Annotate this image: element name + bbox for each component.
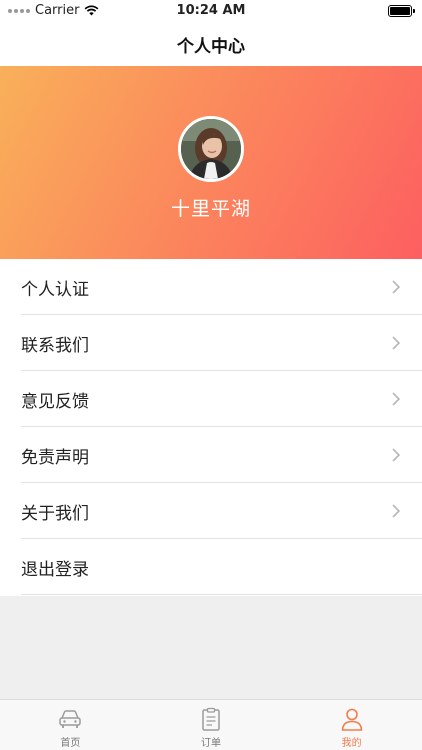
chevron-right-icon bbox=[392, 336, 400, 350]
tab-label: 订单 bbox=[201, 738, 221, 749]
status-time: 10:24 AM bbox=[176, 3, 246, 18]
menu-item-label: 退出登录 bbox=[21, 559, 89, 580]
menu-list: 个人认证 联系我们 意见反馈 免责声明 关于我们 退出登录 bbox=[0, 259, 422, 596]
menu-item-label: 免责声明 bbox=[21, 447, 89, 468]
status-bar: Carrier 10:24 AM bbox=[0, 0, 422, 22]
menu-item-label: 个人认证 bbox=[21, 279, 89, 300]
tab-label: 首页 bbox=[60, 738, 81, 749]
username: 十里平湖 bbox=[170, 198, 251, 220]
menu-item-logout[interactable]: 退出登录 bbox=[0, 539, 422, 595]
menu-item-verification[interactable]: 个人认证 bbox=[0, 259, 422, 315]
nav-bar: 个人中心 bbox=[0, 22, 422, 66]
battery-icon bbox=[388, 5, 415, 17]
menu-item-label: 关于我们 bbox=[21, 503, 89, 524]
menu-item-disclaimer[interactable]: 免责声明 bbox=[0, 427, 422, 483]
menu-item-label: 联系我们 bbox=[21, 335, 89, 356]
chevron-right-icon bbox=[392, 448, 400, 462]
menu-item-about[interactable]: 关于我们 bbox=[0, 483, 422, 539]
clipboard-icon bbox=[202, 707, 220, 731]
tab-label: 我的 bbox=[341, 738, 362, 749]
chevron-right-icon bbox=[392, 392, 400, 406]
avatar-image bbox=[181, 119, 241, 179]
menu-item-label: 意见反馈 bbox=[21, 391, 89, 412]
tab-bar: 首页 订单 我的 bbox=[0, 699, 422, 750]
car-icon bbox=[59, 710, 82, 728]
tab-home[interactable]: 首页 bbox=[0, 700, 141, 750]
chevron-right-icon bbox=[392, 280, 400, 294]
tab-orders[interactable]: 订单 bbox=[141, 700, 282, 750]
menu-item-feedback[interactable]: 意见反馈 bbox=[0, 371, 422, 427]
profile-header: 十里平湖 bbox=[0, 66, 422, 259]
menu-item-contact[interactable]: 联系我们 bbox=[0, 315, 422, 371]
avatar[interactable] bbox=[178, 116, 244, 182]
tab-mine[interactable]: 我的 bbox=[281, 700, 422, 750]
page-title: 个人中心 bbox=[177, 36, 245, 57]
chevron-right-icon bbox=[392, 504, 400, 518]
person-icon bbox=[341, 708, 363, 731]
